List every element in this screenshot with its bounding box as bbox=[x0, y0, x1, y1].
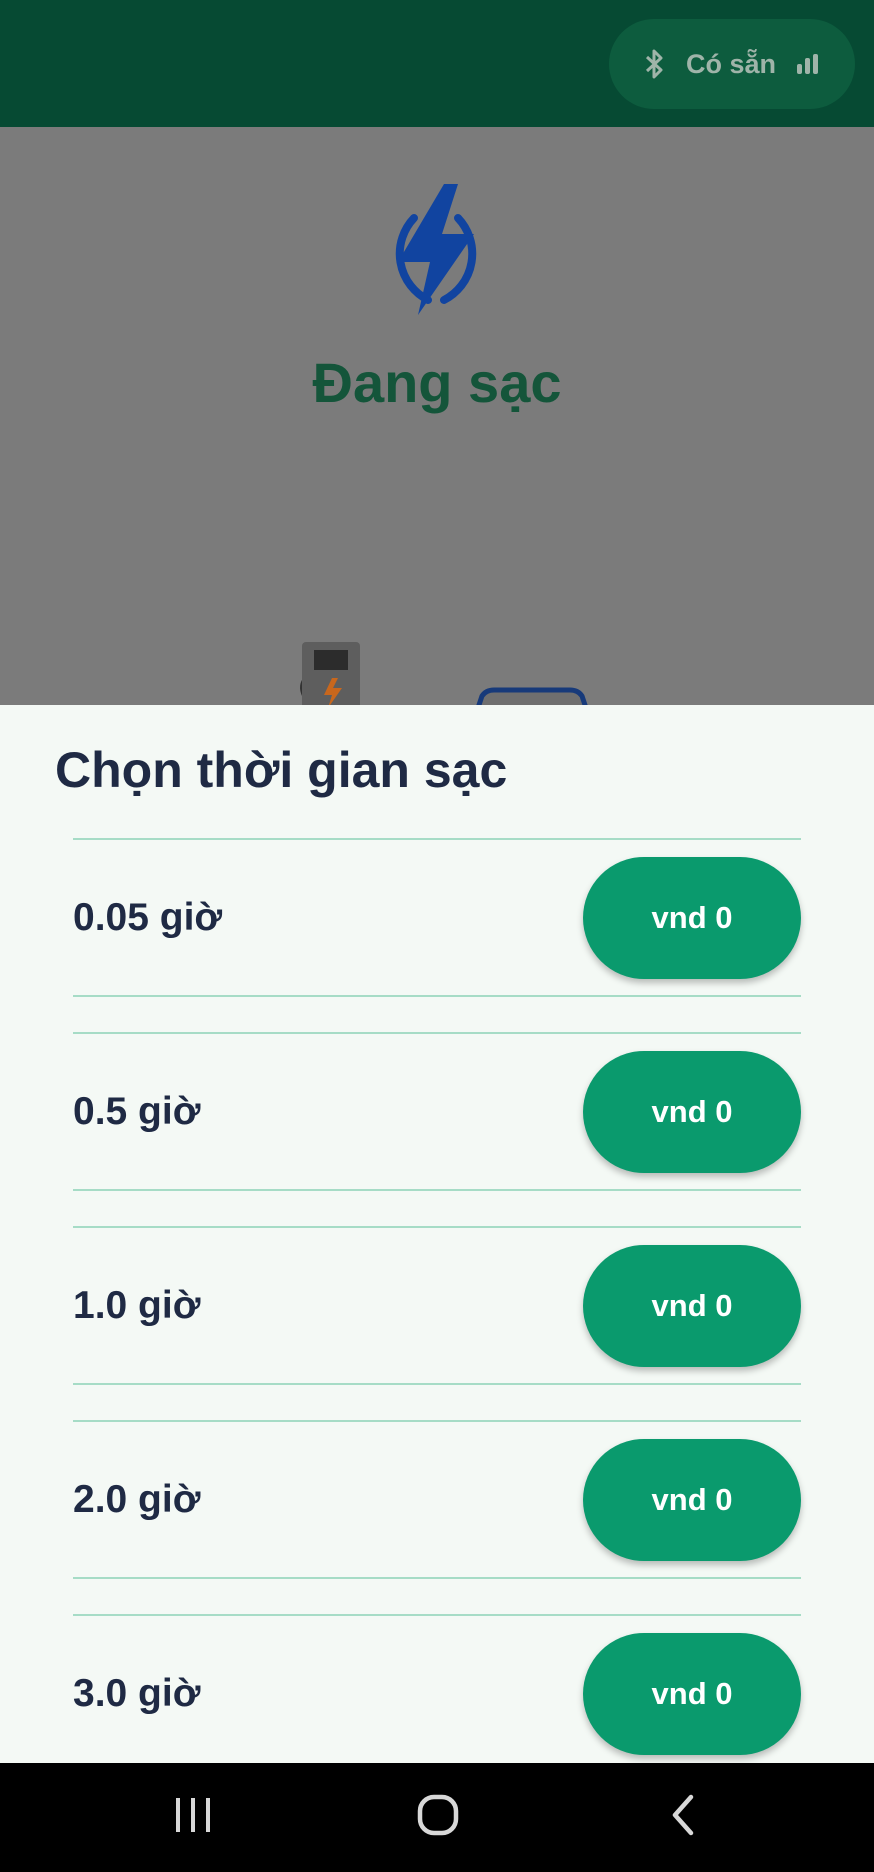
back-icon bbox=[669, 1793, 697, 1842]
time-option-label: 3.0 giờ bbox=[73, 1671, 201, 1715]
home-button[interactable] bbox=[368, 1763, 508, 1872]
charging-status-title: Đang sạc bbox=[312, 351, 562, 414]
select-price-button[interactable]: vnd 0 bbox=[583, 1050, 801, 1173]
select-price-button[interactable]: vnd 0 bbox=[583, 1244, 801, 1367]
time-option-label: 0.5 giờ bbox=[73, 1089, 201, 1133]
availability-status-pill[interactable]: Có sẵn bbox=[609, 19, 855, 109]
recents-button[interactable] bbox=[123, 1763, 263, 1872]
time-option-row[interactable]: 0.05 giờ vnd 0 bbox=[73, 838, 801, 997]
time-option-row[interactable]: 3.0 giờ vnd 0 bbox=[73, 1614, 801, 1763]
select-price-button[interactable]: vnd 0 bbox=[583, 856, 801, 979]
home-icon bbox=[416, 1793, 460, 1842]
app-bar: Có sẵn bbox=[0, 0, 874, 127]
bluetooth-icon bbox=[644, 48, 666, 80]
sheet-title: Chọn thời gian sạc bbox=[55, 742, 508, 798]
time-option-row[interactable]: 2.0 giờ vnd 0 bbox=[73, 1420, 801, 1579]
charging-time-options-list: 0.05 giờ vnd 0 0.5 giờ vnd 0 1.0 giờ vnd… bbox=[73, 838, 801, 1763]
charging-time-bottom-sheet: Chọn thời gian sạc 0.05 giờ vnd 0 0.5 gi… bbox=[0, 705, 874, 1763]
time-option-row[interactable]: 0.5 giờ vnd 0 bbox=[73, 1032, 801, 1191]
select-price-button[interactable]: vnd 0 bbox=[583, 1632, 801, 1755]
time-option-row[interactable]: 1.0 giờ vnd 0 bbox=[73, 1226, 801, 1385]
system-navigation-bar bbox=[0, 1763, 874, 1872]
availability-status-label: Có sẵn bbox=[685, 48, 777, 79]
recents-icon bbox=[173, 1796, 213, 1839]
signal-bars-icon bbox=[796, 53, 820, 75]
back-button[interactable] bbox=[613, 1763, 753, 1872]
lightning-bolt-icon bbox=[376, 182, 496, 317]
charger-and-car-illustration bbox=[270, 640, 600, 710]
time-option-label: 0.05 giờ bbox=[73, 895, 223, 939]
time-option-label: 2.0 giờ bbox=[73, 1477, 201, 1521]
select-price-button[interactable]: vnd 0 bbox=[583, 1438, 801, 1561]
time-option-label: 1.0 giờ bbox=[73, 1283, 201, 1327]
